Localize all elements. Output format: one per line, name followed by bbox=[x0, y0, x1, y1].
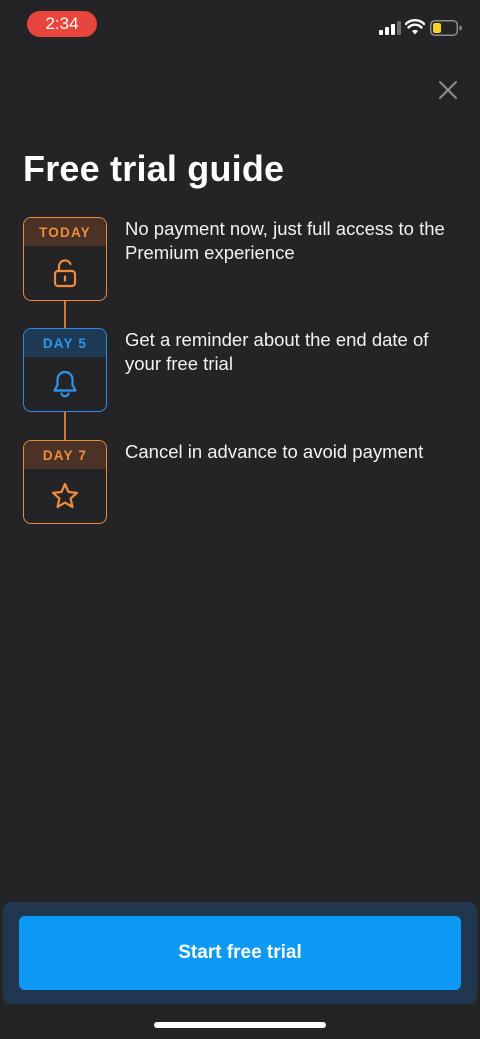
start-free-trial-button[interactable]: Start free trial bbox=[19, 916, 461, 990]
status-bar: 2:34 bbox=[0, 0, 480, 50]
close-button[interactable] bbox=[432, 74, 464, 106]
close-icon bbox=[439, 81, 457, 99]
home-indicator[interactable] bbox=[154, 1022, 326, 1028]
star-icon bbox=[51, 482, 79, 509]
cellular-signal-icon bbox=[379, 21, 401, 35]
step-badge: DAY 7 bbox=[23, 440, 107, 524]
wifi-icon bbox=[405, 19, 425, 35]
step-label: DAY 5 bbox=[24, 329, 106, 357]
step-description: Cancel in advance to avoid payment bbox=[125, 441, 424, 462]
timeline-step-day5: DAY 5 Get a reminder about the end date … bbox=[23, 328, 463, 412]
timeline-connector bbox=[64, 411, 66, 441]
timeline-step-day7: DAY 7 Cancel in advance to avoid payment bbox=[23, 440, 463, 524]
step-badge: DAY 5 bbox=[23, 328, 107, 412]
bell-icon bbox=[53, 370, 77, 398]
step-badge: TODAY bbox=[23, 217, 107, 301]
timeline-step-today: TODAY No payment now, just full access t… bbox=[23, 217, 463, 301]
step-label: DAY 7 bbox=[24, 441, 106, 469]
page-title: Free trial guide bbox=[23, 148, 285, 189]
step-description: No payment now, just full access to the … bbox=[125, 218, 445, 263]
battery-icon bbox=[430, 20, 462, 36]
unlock-icon bbox=[53, 259, 77, 288]
step-description: Get a reminder about the end date of you… bbox=[125, 329, 429, 374]
status-time: 2:34 bbox=[27, 11, 97, 37]
step-label: TODAY bbox=[24, 218, 106, 246]
timeline-connector bbox=[64, 300, 66, 329]
